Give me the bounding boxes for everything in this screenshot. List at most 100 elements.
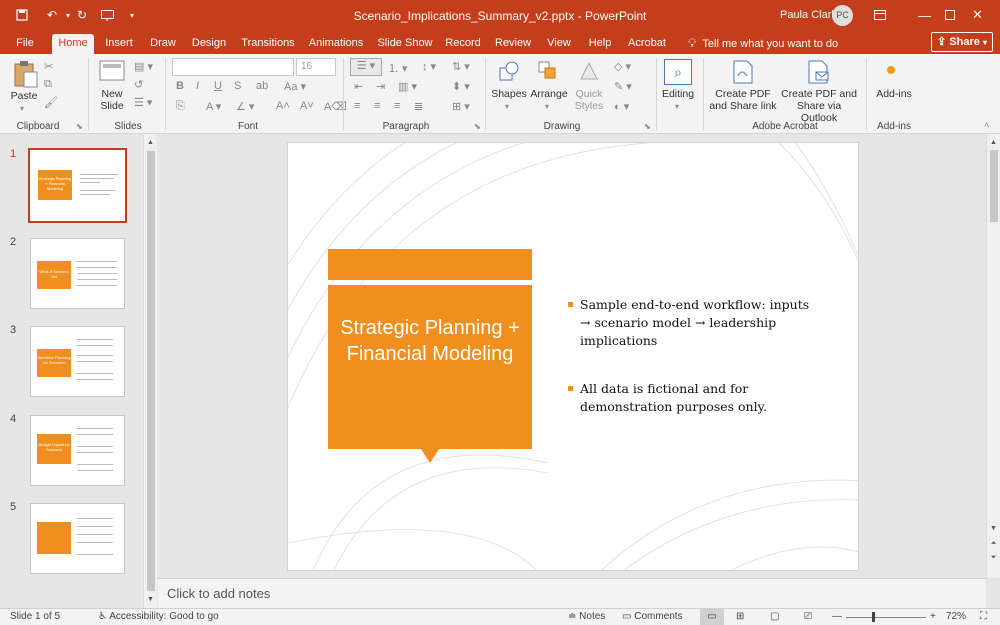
editing-button[interactable]: Editing — [656, 88, 700, 100]
slideshow-icon[interactable]: ⎚ — [804, 611, 812, 622]
scroll-thumb[interactable] — [147, 151, 155, 591]
shadow-icon[interactable]: ⎘ — [176, 100, 185, 113]
decrease-font-icon[interactable]: A˅ — [300, 100, 314, 112]
tab-insert[interactable]: Insert — [100, 34, 138, 54]
tell-me-search[interactable]: 💡︎ Tell me what you want to do — [688, 34, 838, 53]
columns-icon[interactable]: ▥ ▾ — [398, 80, 417, 93]
section-icon[interactable]: ☰ ▾ — [134, 96, 152, 109]
highlight-icon[interactable]: ∠ ▾ — [236, 100, 254, 113]
tab-home[interactable]: Home — [52, 34, 94, 54]
scroll-down-icon[interactable]: ▼ — [144, 593, 157, 606]
next-slide-icon[interactable]: ⏷ — [987, 551, 1000, 564]
underline-icon[interactable]: U — [214, 80, 222, 92]
search-icon[interactable]: ⌕ — [664, 59, 692, 85]
slide-scrollbar[interactable]: ▲ ▼ ⏶ ⏷ — [986, 134, 1000, 578]
strikethrough-icon[interactable]: S — [234, 80, 241, 92]
tab-review[interactable]: Review — [492, 34, 534, 54]
slide-thumbnail-4[interactable]: Budget Impact by Scenario — [30, 415, 125, 486]
slide-canvas[interactable]: Strategic Planning + Financial Modeling … — [288, 143, 858, 570]
new-slide-icon[interactable] — [99, 60, 125, 85]
change-case-icon[interactable]: Aa ▾ — [284, 80, 306, 93]
font-name-field[interactable] — [172, 58, 294, 76]
scroll-up-icon[interactable]: ▲ — [144, 136, 157, 149]
previous-slide-icon[interactable]: ⏶ — [987, 537, 1000, 550]
format-painter-icon[interactable]: 🖌︎ — [44, 96, 58, 109]
shapes-dropdown-icon[interactable]: ▾ — [505, 102, 509, 111]
shapes-button[interactable]: Shapes — [490, 88, 528, 100]
tab-file[interactable]: File — [8, 34, 42, 54]
tab-transitions[interactable]: Transitions — [238, 34, 298, 54]
customize-toolbar-icon[interactable]: ▾ — [118, 0, 146, 30]
slide-thumbnail-5[interactable] — [30, 503, 125, 574]
collapse-ribbon-icon[interactable]: ˄ — [984, 120, 989, 130]
create-pdf-outlook-icon[interactable] — [808, 60, 830, 87]
start-from-beginning-icon[interactable] — [93, 0, 121, 30]
quick-styles-icon[interactable] — [578, 60, 600, 85]
addins-icon[interactable] — [887, 66, 895, 74]
scroll-thumb[interactable] — [990, 150, 998, 222]
layout-icon[interactable]: ▤ ▾ — [134, 60, 153, 73]
bold-icon[interactable]: B — [176, 80, 184, 92]
zoom-slider-thumb[interactable] — [872, 612, 875, 622]
shape-fill-icon[interactable]: ◇ ▾ — [614, 60, 631, 73]
copy-icon[interactable]: ⧉ — [44, 78, 52, 91]
quick-styles-button[interactable]: Quick Styles — [570, 88, 608, 112]
increase-indent-icon[interactable]: ⇥ — [376, 80, 385, 93]
cut-icon[interactable]: ✂ — [44, 60, 53, 73]
scroll-down-icon[interactable]: ▼ — [987, 522, 1000, 535]
font-size-field[interactable]: 16 — [296, 58, 336, 76]
justify-icon[interactable]: ≣ — [414, 100, 423, 113]
editing-dropdown-icon[interactable]: ▾ — [675, 102, 679, 111]
shapes-icon[interactable] — [498, 60, 520, 85]
bullets-icon[interactable]: ☰ ▾ — [350, 58, 382, 76]
create-pdf-share-link-button[interactable]: Create PDF and Share link — [706, 88, 780, 112]
avatar[interactable]: PC — [832, 5, 853, 26]
align-right-icon[interactable]: ≡ — [394, 100, 400, 112]
paragraph-dialog-launcher-icon[interactable]: ⬊ — [474, 122, 481, 131]
align-text-icon[interactable]: ⬍ ▾ — [452, 80, 470, 93]
drawing-dialog-launcher-icon[interactable]: ⬊ — [644, 122, 651, 131]
decrease-indent-icon[interactable]: ⇤ — [354, 80, 363, 93]
increase-font-icon[interactable]: A˄ — [276, 100, 290, 112]
tab-view[interactable]: View — [542, 34, 576, 54]
ribbon-display-options-icon[interactable] — [857, 0, 902, 30]
comments-button[interactable]: ▭ Comments — [622, 611, 683, 622]
zoom-in-icon[interactable]: + — [930, 611, 936, 622]
tab-slide-show[interactable]: Slide Show — [374, 34, 436, 54]
italic-icon[interactable]: I — [196, 80, 199, 92]
text-direction-icon[interactable]: ⇅ ▾ — [452, 60, 470, 73]
shape-effects-icon[interactable]: ◐ ▾ — [614, 100, 629, 113]
font-color-icon[interactable]: A ▾ — [206, 100, 221, 113]
notes-button[interactable]: ≐ Notes — [568, 611, 605, 622]
reset-icon[interactable]: ↺ — [134, 78, 143, 91]
normal-view-icon[interactable]: ▭ — [700, 609, 724, 625]
tab-help[interactable]: Help — [584, 34, 616, 54]
user-name[interactable]: Paula Clark — [780, 9, 837, 21]
zoom-level[interactable]: 72% — [946, 611, 966, 622]
clipboard-dialog-launcher-icon[interactable]: ⬊ — [76, 122, 83, 131]
slide-thumbnail-3[interactable]: Workflow Planning for Scenario — [30, 326, 125, 397]
align-center-icon[interactable]: ≡ — [374, 100, 380, 112]
share-button[interactable]: ⇪ Share ▾ — [931, 32, 993, 52]
redo-icon[interactable]: ↻ — [68, 0, 96, 30]
char-spacing-icon[interactable]: ab — [256, 80, 268, 92]
slide-thumbnail-2[interactable]: What-if Scenario Set — [30, 238, 125, 309]
tab-animations[interactable]: Animations — [306, 34, 366, 54]
align-left-icon[interactable]: ≡ — [354, 100, 360, 112]
new-slide-button[interactable]: New Slide — [94, 88, 130, 112]
paste-icon[interactable] — [12, 60, 38, 91]
smartart-icon[interactable]: ⊞ ▾ — [452, 100, 470, 113]
zoom-slider[interactable] — [846, 617, 926, 618]
scroll-up-icon[interactable]: ▲ — [987, 136, 1000, 149]
tab-design[interactable]: Design — [188, 34, 230, 54]
paste-dropdown-icon[interactable]: ▾ — [20, 104, 24, 113]
thumbnail-scrollbar[interactable]: ▲ ▼ — [143, 134, 157, 608]
save-icon[interactable] — [8, 0, 36, 30]
arrange-dropdown-icon[interactable]: ▾ — [545, 102, 549, 111]
fit-slide-icon[interactable]: ⛶ — [980, 611, 987, 622]
accessibility-status[interactable]: ♿︎ Accessibility: Good to go — [98, 611, 219, 622]
numbering-icon[interactable]: ⒈ ▾ — [388, 60, 408, 76]
addins-button[interactable]: Add-ins — [872, 88, 916, 100]
arrange-icon[interactable] — [537, 60, 559, 85]
shape-outline-icon[interactable]: ✎ ▾ — [614, 80, 632, 93]
